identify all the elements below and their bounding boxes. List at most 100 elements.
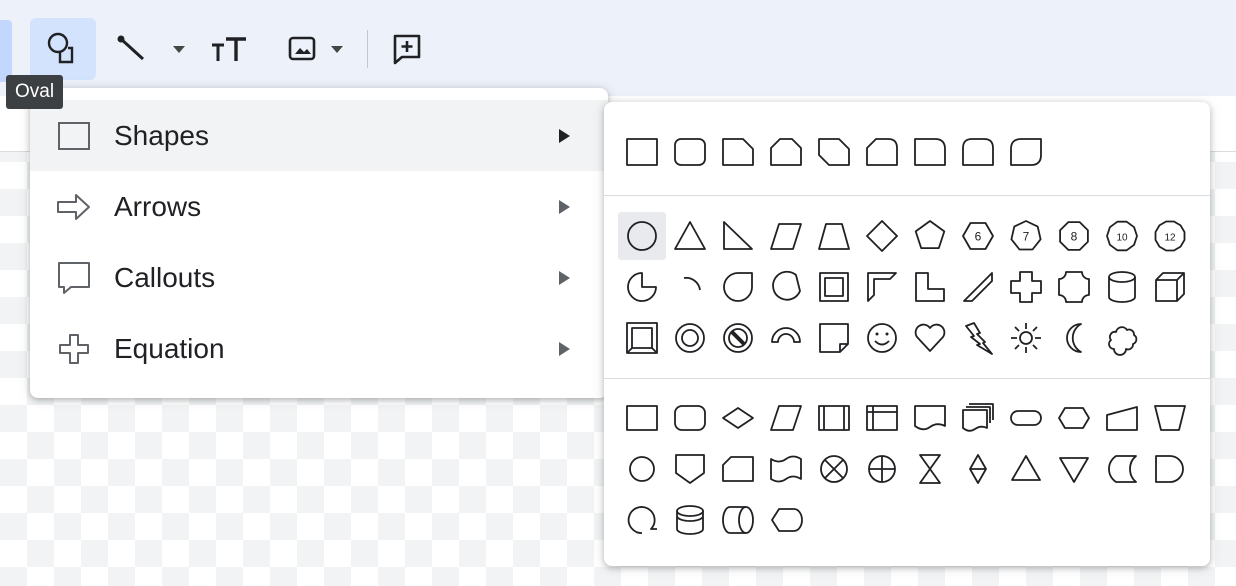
shape-cloud[interactable]: [1098, 314, 1146, 362]
shape-diamond[interactable]: [858, 212, 906, 260]
shape-predefined-process[interactable]: [810, 394, 858, 442]
shape-cube[interactable]: [1146, 263, 1194, 311]
shape-snip-and-round[interactable]: [858, 128, 906, 176]
shape-internal-storage[interactable]: [858, 394, 906, 442]
shape-octagon-8[interactable]: 8: [1050, 212, 1098, 260]
shape-can[interactable]: [1098, 263, 1146, 311]
shape-merge[interactable]: [1050, 445, 1098, 493]
menu-item-equation[interactable]: Equation: [30, 313, 608, 384]
dodecagon-12-icon: 12: [1150, 216, 1190, 256]
shape-document[interactable]: [906, 394, 954, 442]
half-frame-icon: [862, 267, 902, 307]
shape-delay[interactable]: [1146, 445, 1194, 493]
shape-round-same-side-corners[interactable]: [954, 128, 1002, 176]
shape-snip-single-corner[interactable]: [714, 128, 762, 176]
shape-parallelogram[interactable]: [762, 212, 810, 260]
shape-magnetic-disk[interactable]: [666, 496, 714, 544]
shape-manual-input[interactable]: [1098, 394, 1146, 442]
parallelogram-icon: [766, 216, 806, 256]
shape-chord[interactable]: [762, 263, 810, 311]
line-button[interactable]: [110, 26, 154, 70]
shape-snip-diagonal-corners[interactable]: [810, 128, 858, 176]
shape-smiley-face[interactable]: [858, 314, 906, 362]
shape-round-single-corner[interactable]: [906, 128, 954, 176]
shape-off-page-connector[interactable]: [666, 445, 714, 493]
shape-half-frame[interactable]: [858, 263, 906, 311]
shape-multidocument[interactable]: [954, 394, 1002, 442]
svg-text:7: 7: [1023, 230, 1030, 244]
shape-process[interactable]: [618, 394, 666, 442]
shape-l-shape[interactable]: [906, 263, 954, 311]
shape-folded-corner[interactable]: [810, 314, 858, 362]
shape-summing-junction[interactable]: [810, 445, 858, 493]
manual-input-icon: [1102, 398, 1142, 438]
line-dropdown-button[interactable]: [166, 36, 192, 62]
shape-sun[interactable]: [1002, 314, 1050, 362]
merge-icon: [1054, 449, 1094, 489]
image-dropdown-button[interactable]: [324, 36, 350, 62]
shape-sort[interactable]: [954, 445, 1002, 493]
shape-trapezoid[interactable]: [810, 212, 858, 260]
shape-pentagon[interactable]: [906, 212, 954, 260]
shape-collate[interactable]: [906, 445, 954, 493]
shape-donut[interactable]: [666, 314, 714, 362]
shape-terminator[interactable]: [1002, 394, 1050, 442]
shape-right-triangle[interactable]: [714, 212, 762, 260]
shape-direct-access-storage[interactable]: [714, 496, 762, 544]
shape-block-arc[interactable]: [762, 314, 810, 362]
shape-plaque[interactable]: [1050, 263, 1098, 311]
shape-manual-operation[interactable]: [1146, 394, 1194, 442]
shape-cross[interactable]: [1002, 263, 1050, 311]
comment-button[interactable]: [384, 26, 430, 72]
shape-round-diagonal-corners[interactable]: [1002, 128, 1050, 176]
shape-preparation[interactable]: [1050, 394, 1098, 442]
shape-connector[interactable]: [618, 445, 666, 493]
menu-item-callouts[interactable]: Callouts: [30, 242, 608, 313]
shape-display[interactable]: [762, 496, 810, 544]
shape-data[interactable]: [762, 394, 810, 442]
tear-icon: [718, 267, 758, 307]
shape-punched-tape[interactable]: [762, 445, 810, 493]
shape-stored-data[interactable]: [1098, 445, 1146, 493]
shape-snip-same-side-corners[interactable]: [762, 128, 810, 176]
svg-text:12: 12: [1164, 233, 1176, 244]
shape-alternate-process[interactable]: [666, 394, 714, 442]
shape-heart[interactable]: [906, 314, 954, 362]
shape-heptagon-7[interactable]: 7: [1002, 212, 1050, 260]
plaque-icon: [1054, 267, 1094, 307]
submenu-arrow-icon: [559, 199, 570, 214]
shape-bevel[interactable]: [618, 314, 666, 362]
shape-dodecagon-12[interactable]: 12: [1146, 212, 1194, 260]
extract-icon: [1006, 449, 1046, 489]
shape-triangle[interactable]: [666, 212, 714, 260]
snip-diagonal-corners-icon: [814, 132, 854, 172]
snip-same-side-corners-icon: [766, 132, 806, 172]
shape-tear[interactable]: [714, 263, 762, 311]
folded-corner-icon: [814, 318, 854, 358]
image-button[interactable]: [280, 26, 324, 70]
shape-button[interactable]: [30, 18, 96, 80]
shape-pie[interactable]: [618, 263, 666, 311]
shape-diagonal-stripe[interactable]: [954, 263, 1002, 311]
chord-icon: [766, 267, 806, 307]
shape-no-symbol[interactable]: [714, 314, 762, 362]
shape-rectangle[interactable]: [618, 128, 666, 176]
shape-rounded-rectangle[interactable]: [666, 128, 714, 176]
shape-lightning-bolt[interactable]: [954, 314, 1002, 362]
shape-card[interactable]: [714, 445, 762, 493]
shape-moon[interactable]: [1050, 314, 1098, 362]
shape-hexagon-6[interactable]: 6: [954, 212, 1002, 260]
shape-extract[interactable]: [1002, 445, 1050, 493]
shape-arc[interactable]: [666, 263, 714, 311]
shape-decision[interactable]: [714, 394, 762, 442]
shape-frame[interactable]: [810, 263, 858, 311]
shape-oval[interactable]: [618, 212, 666, 260]
menu-item-arrows[interactable]: Arrows: [30, 171, 608, 242]
text-box-icon: [209, 33, 249, 63]
menu-item-shapes[interactable]: Shapes: [30, 100, 608, 171]
shape-decagon-10[interactable]: 10: [1098, 212, 1146, 260]
shape-sequential-access-storage[interactable]: [618, 496, 666, 544]
can-icon: [1102, 267, 1142, 307]
shape-or[interactable]: [858, 445, 906, 493]
text-box-button[interactable]: [204, 26, 254, 70]
